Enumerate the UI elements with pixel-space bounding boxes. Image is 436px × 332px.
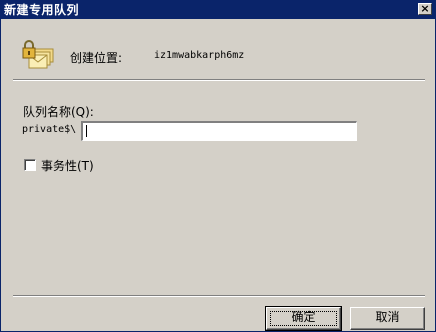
- text-caret: [86, 125, 87, 137]
- new-private-queue-dialog: 新建专用队列 × 创建位置: iz1mwabkarph6mz 队列名称(Q): …: [0, 0, 436, 332]
- close-icon: ×: [420, 2, 430, 15]
- ok-button[interactable]: 确定: [265, 306, 342, 331]
- title-bar[interactable]: 新建专用队列 ×: [1, 1, 435, 19]
- queue-name-label: 队列名称(Q):: [23, 105, 94, 119]
- locked-queue-envelopes-icon: [22, 40, 54, 69]
- transactional-label[interactable]: 事务性(T): [41, 157, 94, 174]
- cancel-button[interactable]: 取消: [350, 307, 425, 330]
- window-title: 新建专用队列: [4, 3, 80, 17]
- bottom-separator: [13, 295, 425, 297]
- transactional-checkbox[interactable]: [24, 159, 36, 171]
- cancel-button-label: 取消: [375, 310, 400, 324]
- top-separator: [13, 79, 425, 81]
- focus-rect: [270, 311, 337, 326]
- queue-name-prefix: private$\: [22, 124, 77, 135]
- location-label: 创建位置:: [70, 51, 123, 65]
- queue-name-input[interactable]: [81, 121, 357, 141]
- location-value: iz1mwabkarph6mz: [154, 50, 245, 61]
- close-button[interactable]: ×: [418, 3, 432, 15]
